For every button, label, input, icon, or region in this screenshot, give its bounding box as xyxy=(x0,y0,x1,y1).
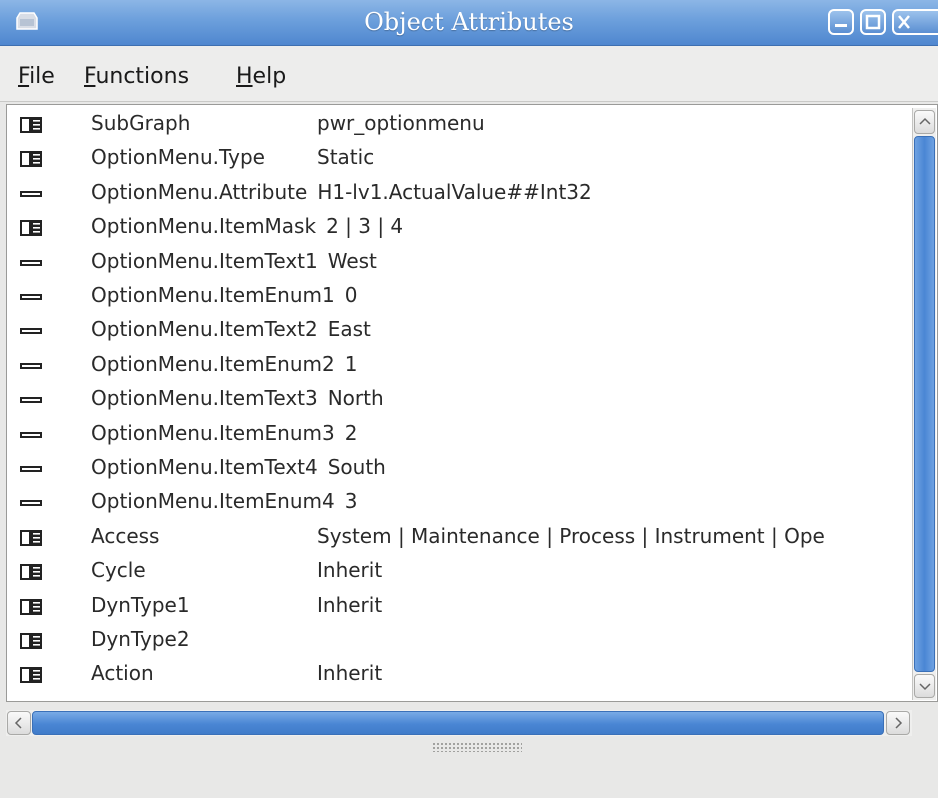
attribute-value: West xyxy=(327,248,377,273)
attribute-row[interactable]: OptionMenu.ItemEnum4 3 xyxy=(7,486,907,520)
dash-icon xyxy=(20,259,42,266)
maximize-button[interactable] xyxy=(860,9,886,35)
attribute-name: Cycle xyxy=(91,558,146,583)
attribute-name: DynType2 xyxy=(91,627,190,651)
horizontal-scrollbar[interactable] xyxy=(6,710,912,736)
attribute-value: H1-lv1.ActualValue##Int32 xyxy=(317,179,592,204)
folder-icon xyxy=(20,667,42,684)
vertical-scroll-thumb[interactable] xyxy=(914,136,935,672)
attribute-row[interactable]: SubGraph pwr_optionmenu xyxy=(7,108,907,142)
chevron-down-icon xyxy=(919,683,931,691)
attribute-row[interactable]: Cycle Inherit xyxy=(7,555,907,589)
scroll-down-button[interactable] xyxy=(914,674,935,698)
attribute-value: 1 xyxy=(344,351,358,376)
attribute-row[interactable]: Access System | Maintenance | Process | I… xyxy=(7,521,907,555)
scroll-right-button[interactable] xyxy=(886,711,910,735)
vertical-scrollbar[interactable] xyxy=(912,108,936,700)
dash-icon xyxy=(20,466,42,472)
attribute-name: Access xyxy=(91,523,160,548)
window-title: Object Attributes xyxy=(364,8,574,36)
attribute-name: Action xyxy=(91,661,154,686)
attribute-value: Inherit xyxy=(317,661,383,686)
attribute-value: North xyxy=(327,386,384,411)
folder-icon xyxy=(20,151,42,168)
pane-resize-grip[interactable] xyxy=(432,742,522,752)
folder-icon xyxy=(20,529,42,546)
menu-bar: File Functions Help xyxy=(0,46,938,102)
dash-icon xyxy=(20,500,42,507)
attribute-list[interactable]: SubGraph pwr_optionmenu OptionMenu.Type Sta… xyxy=(6,104,938,702)
attribute-row[interactable]: DynType2 xyxy=(7,624,907,658)
attribute-name: OptionMenu.ItemEnum2 xyxy=(91,351,335,376)
horizontal-scroll-thumb[interactable] xyxy=(32,711,884,735)
attribute-value: East xyxy=(327,317,371,342)
minimize-icon xyxy=(835,24,847,27)
attribute-name: OptionMenu.ItemEnum3 xyxy=(91,420,335,445)
dash-icon xyxy=(20,362,42,369)
attribute-value: South xyxy=(327,455,386,479)
attribute-row[interactable]: OptionMenu.ItemMask 2 | 3 | 4 xyxy=(7,211,907,245)
attribute-row[interactable]: OptionMenu.ItemText1 West xyxy=(7,246,907,280)
menu-help[interactable]: Help xyxy=(236,64,286,89)
menu-help-label: elp xyxy=(252,64,287,89)
chevron-up-icon xyxy=(919,117,931,125)
attribute-name: SubGraph xyxy=(91,111,191,135)
attribute-row[interactable]: Action Inherit xyxy=(7,658,907,692)
dash-icon xyxy=(20,328,42,335)
attribute-name: OptionMenu.ItemText2 xyxy=(91,317,318,342)
folder-icon xyxy=(20,220,42,237)
attribute-name: OptionMenu.ItemEnum1 xyxy=(91,283,335,307)
dash-icon xyxy=(20,397,42,404)
chevron-left-icon xyxy=(14,717,22,729)
attribute-value: 2 xyxy=(344,420,358,445)
attribute-name: OptionMenu.ItemText3 xyxy=(91,386,318,411)
menu-functions-label: unctions xyxy=(95,64,190,89)
dash-icon xyxy=(20,190,42,197)
attribute-value: Static xyxy=(317,145,375,170)
maximize-icon xyxy=(865,14,881,30)
close-icon xyxy=(898,15,910,29)
dash-icon xyxy=(20,294,42,300)
attribute-value: 2 | 3 | 4 xyxy=(326,214,404,239)
attribute-value: 3 xyxy=(344,489,358,514)
attribute-row[interactable]: OptionMenu.Attribute H1-lv1.ActualValue##… xyxy=(7,177,907,211)
attribute-value: Inherit xyxy=(317,558,383,583)
chevron-right-icon xyxy=(895,717,903,729)
menu-help-mnemonic: H xyxy=(236,64,253,89)
attribute-row[interactable]: OptionMenu.ItemEnum2 1 xyxy=(7,349,907,383)
attribute-name: DynType1 xyxy=(91,592,190,617)
attribute-row[interactable]: DynType1 Inherit xyxy=(7,590,907,624)
minimize-button[interactable] xyxy=(828,9,854,35)
attribute-value: System | Maintenance | Process | Instrum… xyxy=(317,523,825,548)
attribute-row[interactable]: OptionMenu.ItemText3 North xyxy=(7,383,907,417)
attribute-row[interactable]: OptionMenu.ItemEnum1 0 xyxy=(7,280,907,314)
attribute-row[interactable]: OptionMenu.ItemText2 East xyxy=(7,314,907,348)
attribute-name: OptionMenu.ItemMask xyxy=(91,214,317,239)
attribute-name: OptionMenu.ItemText4 xyxy=(91,455,318,479)
attribute-row[interactable]: OptionMenu.ItemEnum3 2 xyxy=(7,418,907,452)
attribute-name: OptionMenu.ItemEnum4 xyxy=(91,489,335,514)
scroll-up-button[interactable] xyxy=(914,110,935,134)
attribute-value: 0 xyxy=(344,283,358,307)
attribute-name: OptionMenu.ItemText1 xyxy=(91,248,318,273)
attribute-row[interactable]: OptionMenu.Type Static xyxy=(7,142,907,176)
attribute-row[interactable]: OptionMenu.ItemText4 South xyxy=(7,452,907,486)
attribute-value: pwr_optionmenu xyxy=(317,111,485,135)
menu-functions-mnemonic: F xyxy=(84,64,96,89)
attribute-value: Inherit xyxy=(317,592,383,617)
menu-functions[interactable]: Functions xyxy=(84,64,189,89)
menu-file-mnemonic: F xyxy=(18,64,30,89)
folder-icon xyxy=(20,633,42,649)
title-bar[interactable]: Object Attributes xyxy=(0,0,938,46)
menu-file[interactable]: File xyxy=(18,64,55,89)
folder-icon xyxy=(20,117,42,133)
scroll-left-button[interactable] xyxy=(7,711,31,735)
attribute-name: OptionMenu.Type xyxy=(91,145,265,170)
close-button[interactable] xyxy=(892,9,938,35)
dash-icon xyxy=(20,431,42,438)
menu-file-label: ile xyxy=(29,64,55,89)
attribute-name: OptionMenu.Attribute xyxy=(91,179,308,204)
folder-icon xyxy=(20,598,42,615)
folder-icon xyxy=(20,564,42,581)
